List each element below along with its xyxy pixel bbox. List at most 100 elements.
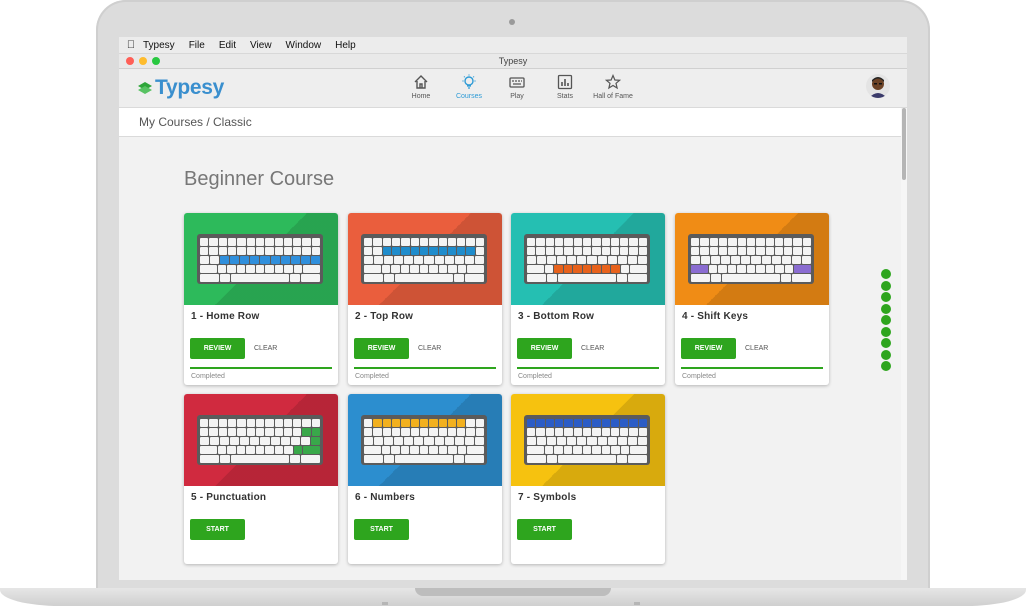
keyboard-key	[373, 419, 382, 427]
minimize-window-button[interactable]	[139, 57, 147, 65]
menu-file[interactable]: File	[189, 40, 205, 51]
menu-help[interactable]: Help	[335, 40, 356, 51]
review-button[interactable]: REVIEW	[190, 338, 245, 359]
keyboard-row	[527, 437, 647, 445]
keyboard-key	[467, 265, 485, 273]
keyboard-key	[475, 247, 485, 255]
page-dot[interactable]	[881, 326, 891, 337]
nav-home[interactable]: Home	[397, 72, 445, 100]
home-icon	[414, 75, 428, 89]
lesson-card[interactable]: 5 - Punctuation START	[184, 394, 338, 564]
lesson-card[interactable]: 1 - Home Row REVIEW CLEAR Completed	[184, 213, 338, 385]
keyboard-key	[200, 256, 210, 264]
keyboard-key	[265, 247, 274, 255]
keyboard-key	[793, 247, 802, 255]
keyboard-key	[457, 265, 467, 273]
keyboard-key	[302, 247, 311, 255]
page-dot[interactable]	[881, 292, 891, 302]
menu-edit[interactable]: Edit	[219, 40, 236, 51]
keyboard-key	[290, 256, 300, 264]
keyboard-key	[563, 446, 573, 454]
page-dot[interactable]	[881, 315, 891, 325]
keyboard-key	[444, 256, 454, 264]
keyboard-key	[218, 419, 227, 427]
keyboard-key	[200, 446, 217, 454]
lesson-card[interactable]: 4 - Shift Keys REVIEW CLEAR Completed	[675, 213, 829, 385]
lesson-card-banner	[511, 213, 665, 305]
menu-typesy[interactable]: Typesy	[143, 40, 175, 51]
review-button[interactable]: REVIEW	[354, 338, 409, 359]
keyboard-key	[429, 247, 438, 255]
keyboard-key	[627, 274, 647, 282]
start-button[interactable]: START	[190, 519, 245, 540]
page-dot[interactable]	[881, 269, 891, 279]
keyboard-key	[364, 274, 384, 282]
nav-courses[interactable]: Courses	[445, 72, 493, 100]
keyboard-key	[691, 274, 711, 282]
keyboard-key	[284, 446, 293, 454]
camera	[509, 19, 515, 25]
lesson-card[interactable]: 6 - Numbers START	[348, 394, 502, 564]
keyboard-key	[290, 437, 300, 445]
clear-button[interactable]: CLEAR	[254, 345, 277, 352]
page-dot[interactable]	[881, 361, 891, 371]
keyboard-key	[457, 428, 466, 436]
keyboard-key	[737, 238, 746, 246]
breadcrumb-text[interactable]: My Courses / Classic	[139, 115, 252, 129]
keyboard-key	[464, 256, 474, 264]
page-dot[interactable]	[881, 303, 891, 314]
nav-stats[interactable]: Stats	[541, 72, 589, 100]
clear-button[interactable]: CLEAR	[581, 345, 604, 352]
user-avatar[interactable]	[866, 74, 890, 98]
typesy-logo[interactable]: Typesy	[137, 76, 224, 100]
keyboard-key	[410, 446, 419, 454]
clear-button[interactable]: CLEAR	[418, 345, 441, 352]
keyboard-key	[573, 419, 582, 427]
keyboard-key	[558, 455, 616, 463]
start-button[interactable]: START	[354, 519, 409, 540]
keyboard-key	[554, 265, 563, 273]
keyboard-key	[290, 274, 300, 282]
lesson-card[interactable]: 2 - Top Row REVIEW CLEAR Completed	[348, 213, 502, 385]
keyboard-key	[592, 428, 601, 436]
keyboard-row	[200, 247, 321, 255]
keyboard-key	[419, 238, 429, 246]
keyboard-key	[557, 437, 567, 445]
lesson-name: 4 - Shift Keys	[682, 311, 749, 322]
menu-view[interactable]: View	[250, 40, 272, 51]
page-dot[interactable]	[881, 280, 891, 291]
nav-hall-of-fame[interactable]: Hall of Fame	[589, 72, 637, 100]
keyboard-key	[218, 238, 227, 246]
review-button[interactable]: REVIEW	[517, 338, 572, 359]
start-button[interactable]: START	[517, 519, 572, 540]
menu-window[interactable]: Window	[286, 40, 322, 51]
keyboard-key	[311, 419, 321, 427]
maximize-window-button[interactable]	[152, 57, 160, 65]
lesson-card[interactable]: 7 - Symbols START	[511, 394, 665, 564]
page-dot[interactable]	[881, 349, 891, 360]
keyboard-key	[454, 256, 464, 264]
scrollbar[interactable]	[901, 108, 907, 580]
clear-button[interactable]: CLEAR	[745, 345, 768, 352]
apple-icon[interactable]: 	[119, 39, 143, 51]
scrollbar-thumb[interactable]	[902, 108, 906, 180]
keyboard-key	[438, 238, 447, 246]
keyboard-row	[364, 455, 484, 463]
nav-play[interactable]: Play	[493, 72, 541, 100]
lesson-card[interactable]: 3 - Bottom Row REVIEW CLEAR Completed	[511, 213, 665, 385]
keyboard-key	[630, 446, 648, 454]
keyboard-key	[638, 238, 648, 246]
keyboard-key	[364, 455, 384, 463]
keyboard-key	[230, 256, 240, 264]
keyboard-key	[270, 437, 280, 445]
keyboard-key	[364, 419, 373, 427]
review-button[interactable]: REVIEW	[681, 338, 736, 359]
keyboard-key	[457, 238, 466, 246]
stats-icon	[557, 74, 573, 90]
keyboard-key	[558, 274, 616, 282]
keyboard-key	[401, 247, 410, 255]
page-dot[interactable]	[881, 338, 891, 348]
keyboard-key	[791, 274, 811, 282]
close-window-button[interactable]	[126, 57, 134, 65]
keyboard-key	[746, 265, 756, 273]
